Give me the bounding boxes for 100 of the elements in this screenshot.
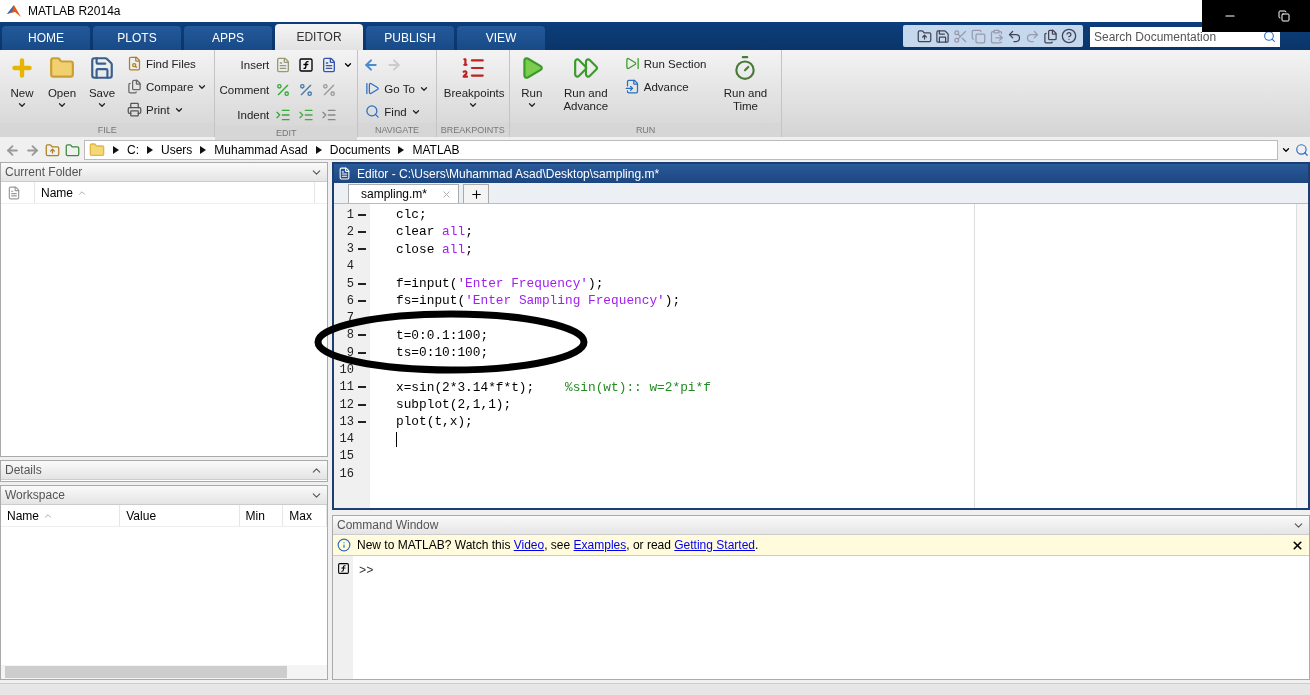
- folder-up-icon: [45, 142, 60, 158]
- file-tab[interactable]: sampling.m*: [348, 184, 460, 203]
- folder-icon: [65, 142, 80, 158]
- breakpoint-dash[interactable]: [358, 351, 366, 354]
- line-number: 12: [338, 397, 354, 412]
- ribbon-tab[interactable]: EDITOR: [275, 24, 363, 50]
- ribbon-button[interactable]: Run and Advance: [553, 53, 618, 123]
- cut-icon: [953, 28, 968, 44]
- separator-icon: [315, 146, 322, 154]
- ribbon-tab[interactable]: PLOTS: [93, 26, 181, 50]
- go-to-icon: [365, 81, 381, 96]
- code-line: clear all;: [396, 224, 473, 240]
- breakpoint-dash[interactable]: [358, 386, 366, 389]
- undo-icon: [1007, 28, 1022, 44]
- ribbon-button[interactable]: Breakpoints: [440, 53, 505, 123]
- ribbon-tab[interactable]: PUBLISH: [366, 26, 454, 50]
- uncomment-icon: [298, 81, 315, 98]
- caret-icon: [1281, 145, 1291, 155]
- path-segment[interactable]: Users: [161, 143, 193, 157]
- caret-icon: [467, 100, 478, 110]
- help-icon: [1061, 28, 1077, 44]
- ribbon-button[interactable]: Run: [513, 53, 550, 123]
- row-label: Insert: [239, 58, 270, 71]
- forward-arrow-icon: [25, 142, 40, 158]
- line-number: 3: [345, 242, 354, 257]
- breakpoint-dash[interactable]: [358, 230, 366, 233]
- breakpoint-dash[interactable]: [358, 299, 366, 302]
- ribbon-button[interactable]: New: [4, 53, 40, 123]
- banner-message: New to MATLAB? Watch this Video, see Examples, or read Getting Started.: [357, 538, 759, 552]
- line-number: 9: [345, 345, 354, 360]
- line-number: 15: [338, 449, 354, 464]
- ribbon-tab[interactable]: VIEW: [457, 26, 545, 50]
- column-header[interactable]: Name: [35, 182, 315, 203]
- column-header[interactable]: Name: [1, 505, 121, 526]
- add-tab-button[interactable]: [463, 184, 490, 203]
- path-segment[interactable]: C:: [127, 143, 139, 157]
- code-line: subplot(2,1,1);: [396, 397, 512, 413]
- plus-icon: [9, 55, 35, 81]
- ribbon-button[interactable]: Find: [362, 101, 432, 122]
- path-segment[interactable]: Documents: [329, 143, 391, 157]
- banner-link[interactable]: Getting Started: [674, 538, 755, 552]
- file-icon: [7, 185, 21, 200]
- code-line: x=sin(2*3.14*f*t); %sin(wt):: w=2*pi*f: [396, 379, 711, 395]
- column-header[interactable]: Min: [239, 505, 284, 526]
- find-files-icon: [127, 56, 142, 71]
- line-number: 1: [345, 207, 354, 222]
- line-number: 10: [338, 363, 354, 377]
- icon-button[interactable]: [297, 55, 316, 74]
- ribbon-button[interactable]: Advance: [621, 76, 710, 97]
- browse-button[interactable]: [64, 141, 81, 159]
- windows-icon: [1043, 28, 1058, 44]
- line-number: 11: [338, 380, 354, 395]
- folder-icon: [89, 142, 105, 158]
- vertical-scrollbar[interactable]: [1296, 204, 1308, 508]
- wrap-comment-icon: [321, 81, 338, 98]
- compare-icon: [127, 79, 142, 94]
- column-header[interactable]: Max: [283, 505, 327, 526]
- separator-icon: [113, 146, 119, 154]
- ribbon-button[interactable]: Compare: [124, 76, 211, 97]
- panel-title: Workspace: [5, 488, 65, 502]
- folder-icon: [49, 55, 75, 81]
- breakpoint-dash[interactable]: [358, 420, 366, 423]
- search-icon: [1295, 143, 1309, 157]
- document-icon: [338, 167, 351, 180]
- separator-icon: [200, 146, 207, 154]
- breakpoint-dash[interactable]: [358, 213, 366, 216]
- ribbon-button[interactable]: Open: [44, 53, 80, 123]
- insert-text-icon: [275, 56, 292, 73]
- caret-icon: [97, 100, 107, 110]
- ribbon-button[interactable]: Print: [124, 99, 211, 120]
- plus-icon: [469, 187, 483, 201]
- breakpoint-dash[interactable]: [358, 334, 366, 337]
- path-segment[interactable]: MATLAB: [412, 143, 460, 157]
- ribbon-button[interactable]: Save: [84, 53, 120, 123]
- ribbon-button[interactable]: Run and Time: [713, 53, 778, 123]
- path-field[interactable]: C: Users Muhammad Asad Documents MATLAB: [84, 140, 1278, 160]
- ribbon-tab[interactable]: APPS: [184, 26, 272, 50]
- ribbon-button[interactable]: Run Section: [621, 53, 710, 74]
- horizontal-scrollbar[interactable]: [1, 665, 327, 679]
- line-number: 16: [338, 466, 354, 481]
- code-line: clc;: [396, 207, 427, 223]
- run-section-icon: [624, 56, 640, 71]
- editor-title: Editor - C:\Users\Muhammad Asad\Desktop\sampling.m*: [357, 166, 660, 181]
- row-label: Comment: [219, 83, 270, 96]
- line-number: 13: [338, 414, 354, 429]
- up-folder-button[interactable]: [44, 141, 61, 159]
- restore-button[interactable]: [1275, 8, 1292, 24]
- ribbon-button[interactable]: Go To: [362, 78, 432, 99]
- path-segment[interactable]: Muhammad Asad: [214, 143, 308, 157]
- code-line: ts=0:10:100;: [396, 345, 489, 361]
- breakpoint-dash[interactable]: [358, 248, 366, 251]
- ribbon-tab[interactable]: HOME: [2, 26, 90, 50]
- breakpoint-dash[interactable]: [358, 403, 366, 406]
- search-button[interactable]: [1294, 142, 1310, 158]
- column-header[interactable]: Value: [120, 505, 240, 526]
- row-label: Indent: [236, 108, 270, 121]
- breakpoint-dash[interactable]: [358, 282, 366, 285]
- line-number: 5: [345, 276, 354, 291]
- ribbon-button[interactable]: Find Files: [124, 53, 211, 74]
- separator-icon: [147, 146, 153, 154]
